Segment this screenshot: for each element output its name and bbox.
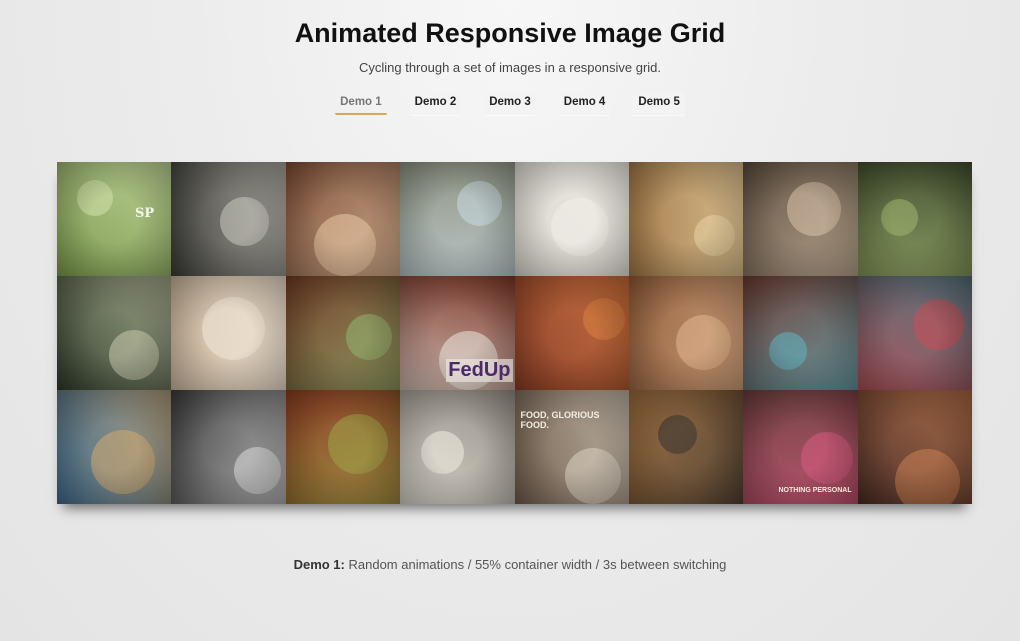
demo-link-1[interactable]: Demo 1 <box>335 93 387 115</box>
grid-image-cafe-counter[interactable] <box>171 390 286 504</box>
photo-subject-shape <box>675 315 731 370</box>
photo-subject-shape <box>693 215 735 256</box>
photo-subject-shape <box>550 198 609 256</box>
grid-image-lily-pads[interactable] <box>857 162 972 276</box>
grid-image-toddler[interactable] <box>171 276 286 390</box>
photo-overlay-text: NOTHING PERSONAL <box>778 487 852 494</box>
grid-image-red-grass[interactable] <box>514 276 629 390</box>
photo-subject-shape <box>894 449 960 504</box>
photo-subject-shape <box>787 182 842 236</box>
grid-image-coast-cliffs[interactable] <box>57 390 172 504</box>
demo-link-3[interactable]: Demo 3 <box>484 93 536 115</box>
grid-image-wild-flowers[interactable] <box>57 276 172 390</box>
demo-link-2[interactable]: Demo 2 <box>409 93 462 115</box>
photo-subject-shape <box>91 430 155 494</box>
grid-image-vinyl-record[interactable]: FOOD, GLORIOUS FOOD. <box>514 390 629 504</box>
photo-subject-shape <box>657 415 697 454</box>
grid-image-twin-lens-camera[interactable] <box>628 390 744 504</box>
grid-image-girl-room[interactable] <box>514 162 629 276</box>
photo-subject-shape <box>769 332 808 370</box>
photo-subject-shape <box>912 299 964 350</box>
grid-image-sneaker-closeup[interactable] <box>400 390 515 504</box>
demo-link-4[interactable]: Demo 4 <box>558 93 611 115</box>
grid-image-toothbrushes[interactable] <box>743 276 858 390</box>
photo-overlay-text: FOOD, GLORIOUS FOOD. <box>520 410 600 430</box>
photo-subject-shape <box>77 180 113 216</box>
photo-subject-shape <box>202 297 266 360</box>
photo-subject-shape <box>109 330 159 380</box>
grid-image-bread-rolls[interactable] <box>628 162 744 276</box>
grid-image-fedup-man[interactable]: FedUp <box>400 276 515 390</box>
photo-subject-shape <box>234 447 282 494</box>
photo-subject-shape <box>345 314 392 360</box>
grid-image-hand-leaf[interactable] <box>285 276 401 390</box>
caption-label: Demo 1: <box>293 557 345 572</box>
grid-image-leaf-waterdrops[interactable]: SP <box>57 162 172 276</box>
photo-subject-shape <box>801 432 854 484</box>
grid-image-lens-hand[interactable] <box>743 162 858 276</box>
demo-nav: Demo 1 Demo 2 Demo 3 Demo 4 Demo 5 <box>0 93 1020 115</box>
demo-caption: Demo 1: Random animations / 55% containe… <box>0 557 1020 572</box>
photo-subject-shape <box>421 431 465 474</box>
photo-subject-shape <box>457 181 503 226</box>
photo-subject-shape <box>880 199 918 236</box>
photo-subject-shape <box>327 414 388 474</box>
photo-subject-shape <box>313 214 376 276</box>
grid-image-hanging-shoes[interactable] <box>285 390 401 504</box>
grid-image-cd-headphones[interactable]: NOTHING PERSONAL <box>743 390 858 504</box>
photo-subject-shape <box>564 448 621 504</box>
grid-image-jumping-feet[interactable] <box>400 162 515 276</box>
photo-subject-shape <box>220 197 270 246</box>
caption-text: Random animations / 55% container width … <box>344 557 727 572</box>
grid-image-man-umbrella[interactable] <box>628 276 744 390</box>
page-subtitle: Cycling through a set of images in a res… <box>358 60 662 75</box>
photo-overlay-text: FedUp <box>446 359 513 382</box>
demo-link-5[interactable]: Demo 5 <box>633 93 685 115</box>
image-grid: SP FedUp FOOD, GLORIOUS FOOD. NOTHING PERSO… <box>57 162 972 504</box>
image-grid-container: SP FedUp FOOD, GLORIOUS FOOD. NOTHING PERSO… <box>57 162 972 504</box>
grid-image-city-sunset[interactable] <box>857 390 972 504</box>
grid-image-two-boys[interactable] <box>285 162 401 276</box>
grid-image-red-sneakers[interactable] <box>857 276 972 390</box>
photo-overlay-text: SP <box>135 206 155 221</box>
page-title: Animated Responsive Image Grid <box>294 18 726 48</box>
photo-subject-shape <box>582 298 625 340</box>
grid-image-road-shoes[interactable] <box>171 162 286 276</box>
